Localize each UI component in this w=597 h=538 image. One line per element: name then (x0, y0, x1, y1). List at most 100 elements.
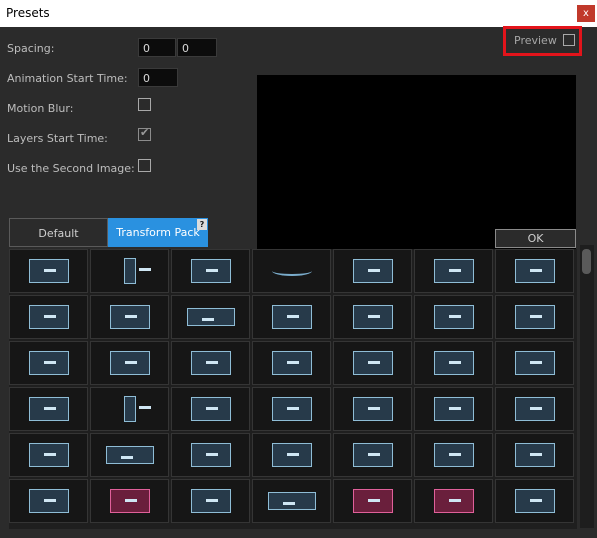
preset-thumb-icon (514, 397, 555, 421)
preview-checkbox[interactable] (563, 34, 575, 46)
preset-thumb-icon (271, 443, 312, 467)
help-icon[interactable]: ? (197, 219, 207, 230)
preset-cell[interactable] (9, 479, 88, 523)
preset-thumb-icon (514, 489, 555, 513)
preset-cell[interactable] (414, 433, 493, 477)
preset-thumb-icon (190, 397, 231, 421)
preset-cell[interactable] (495, 387, 574, 431)
close-button[interactable]: x (577, 5, 595, 22)
preview-toggle[interactable]: Preview (503, 26, 582, 56)
window-title: Presets (6, 6, 50, 20)
preset-cell[interactable] (495, 295, 574, 339)
preset-cell[interactable] (171, 479, 250, 523)
preset-thumb-thin-icon (123, 396, 151, 422)
preset-cell[interactable] (252, 341, 331, 385)
preset-thumb-wide-icon (267, 492, 316, 510)
preset-cell[interactable] (90, 295, 169, 339)
spacing-y-input[interactable]: 0 (177, 38, 217, 57)
preset-cell[interactable] (90, 479, 169, 523)
preset-cell[interactable] (333, 387, 412, 431)
preset-thumb-pink-icon (109, 489, 150, 513)
preset-cell[interactable] (90, 387, 169, 431)
preset-thumb-icon (271, 397, 312, 421)
preset-thumb-icon (514, 443, 555, 467)
preset-thumb-icon (28, 397, 69, 421)
preset-cell[interactable] (333, 249, 412, 293)
preset-cell[interactable] (171, 387, 250, 431)
preset-thumb-arc-icon (271, 266, 312, 276)
preset-thumb-icon (28, 351, 69, 375)
preset-thumb-icon (352, 443, 393, 467)
preset-cell[interactable] (414, 295, 493, 339)
preset-thumb-thin-icon (123, 258, 151, 284)
preset-thumb-icon (271, 305, 312, 329)
preset-cell[interactable] (90, 341, 169, 385)
preset-cell[interactable] (414, 479, 493, 523)
preset-thumb-pink-icon (352, 489, 393, 513)
preset-grid (9, 249, 577, 529)
preset-cell[interactable] (495, 341, 574, 385)
preset-cell[interactable] (252, 249, 331, 293)
preset-thumb-icon (514, 305, 555, 329)
preset-thumb-icon (352, 259, 393, 283)
preset-cell[interactable] (414, 341, 493, 385)
scrollbar-track[interactable] (580, 245, 594, 528)
preset-cell[interactable] (333, 341, 412, 385)
preset-thumb-icon (190, 259, 231, 283)
preset-cell[interactable] (171, 249, 250, 293)
preset-cell[interactable] (9, 295, 88, 339)
preset-thumb-icon (352, 351, 393, 375)
tab-default[interactable]: Default (9, 218, 108, 247)
spacing-x-input[interactable]: 0 (138, 38, 176, 57)
preset-cell[interactable] (414, 249, 493, 293)
tab-transform-pack[interactable]: Transform Pack (108, 218, 208, 247)
preset-cell[interactable] (252, 387, 331, 431)
preset-cell[interactable] (171, 341, 250, 385)
preset-cell[interactable] (414, 387, 493, 431)
preset-thumb-icon (28, 489, 69, 513)
animation-start-label: Animation Start Time: (7, 72, 128, 85)
preset-cell[interactable] (495, 479, 574, 523)
preset-cell[interactable] (9, 433, 88, 477)
preview-label: Preview (514, 34, 557, 47)
preset-cell[interactable] (333, 479, 412, 523)
preset-cell[interactable] (90, 433, 169, 477)
preset-thumb-icon (433, 351, 474, 375)
preset-thumb-icon (352, 397, 393, 421)
preset-cell[interactable] (495, 249, 574, 293)
preset-cell[interactable] (333, 433, 412, 477)
preset-thumb-icon (352, 305, 393, 329)
preset-cell[interactable] (495, 433, 574, 477)
layers-start-checkbox[interactable] (138, 126, 151, 141)
preset-cell[interactable] (171, 295, 250, 339)
ok-button[interactable]: OK (495, 229, 576, 248)
preset-thumb-icon (514, 351, 555, 375)
preset-cell[interactable] (171, 433, 250, 477)
layers-start-label: Layers Start Time: (7, 132, 108, 145)
preset-cell[interactable] (9, 341, 88, 385)
preset-cell[interactable] (252, 479, 331, 523)
preset-thumb-icon (433, 397, 474, 421)
scrollbar-thumb[interactable] (582, 249, 591, 274)
preset-thumb-icon (433, 259, 474, 283)
preset-thumb-icon (28, 259, 69, 283)
preset-thumb-icon (190, 443, 231, 467)
preset-cell[interactable] (9, 387, 88, 431)
preset-thumb-icon (271, 351, 312, 375)
preset-thumb-icon (190, 351, 231, 375)
preset-thumb-icon (433, 305, 474, 329)
preset-cell[interactable] (90, 249, 169, 293)
motion-blur-checkbox[interactable] (138, 98, 151, 111)
preset-thumb-icon (28, 305, 69, 329)
preset-thumb-icon (109, 305, 150, 329)
preset-thumb-pink-icon (433, 489, 474, 513)
preset-thumb-wide-icon (186, 308, 235, 326)
second-image-checkbox[interactable] (138, 159, 151, 172)
animation-start-input[interactable]: 0 (138, 68, 178, 87)
preset-cell[interactable] (252, 295, 331, 339)
preset-thumb-wide-icon (105, 446, 154, 464)
preset-cell[interactable] (333, 295, 412, 339)
preset-thumb-icon (514, 259, 555, 283)
preset-cell[interactable] (9, 249, 88, 293)
preset-cell[interactable] (252, 433, 331, 477)
